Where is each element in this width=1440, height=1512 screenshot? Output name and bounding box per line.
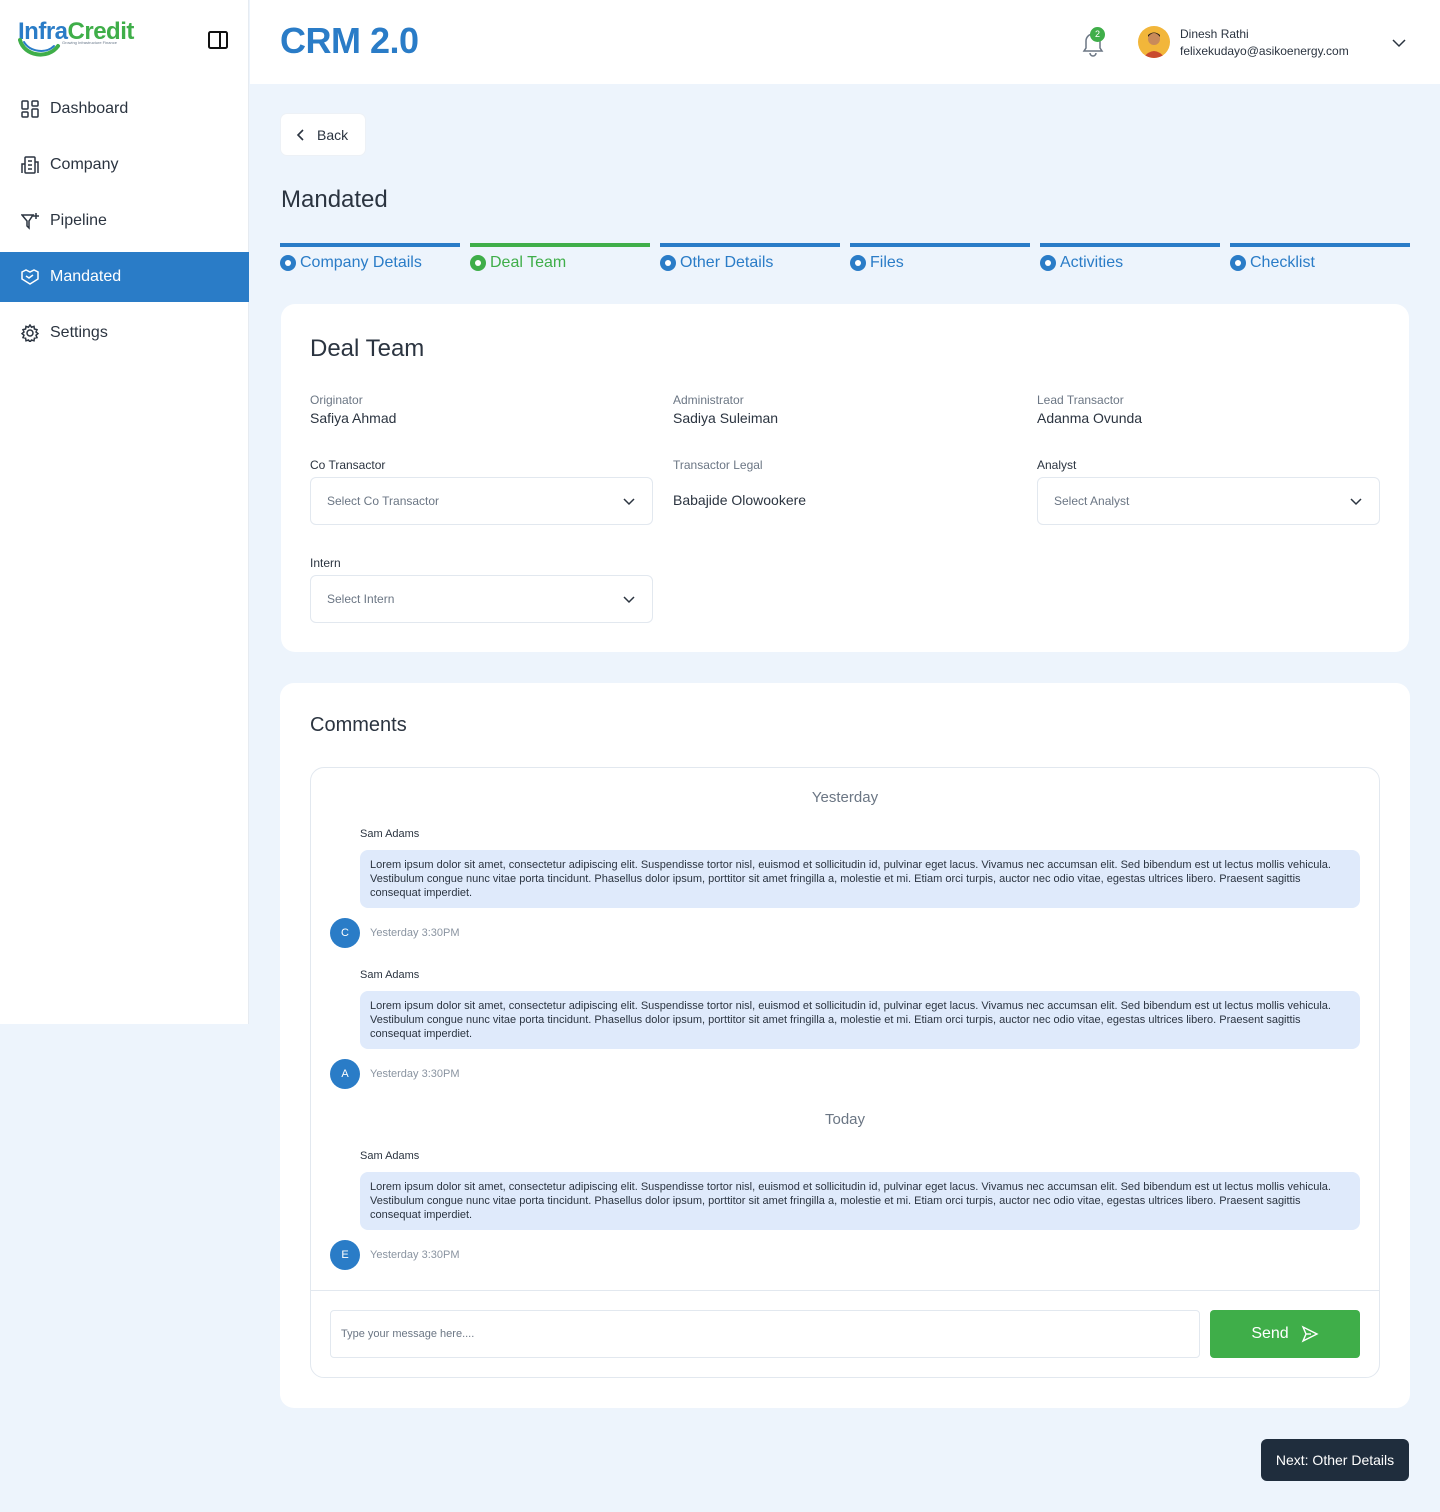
step-files[interactable]: Files bbox=[850, 243, 1030, 272]
lead-transactor-value: Adanma Ovunda bbox=[1037, 410, 1143, 426]
step-label: Company Details bbox=[300, 254, 422, 271]
step-dot-icon bbox=[1040, 255, 1056, 271]
next-step-button[interactable]: Next: Other Details bbox=[1261, 1439, 1409, 1481]
comment-avatar: C bbox=[330, 918, 360, 948]
top-header: CRM 2.0 2 Dinesh Rathi felixekudayo@asik… bbox=[250, 0, 1440, 84]
user-email: felixekudayo@asikoenergy.com bbox=[1180, 44, 1349, 58]
step-company-details[interactable]: Company Details bbox=[280, 243, 460, 272]
step-label: Activities bbox=[1060, 254, 1124, 271]
intern-placeholder: Select Intern bbox=[327, 592, 395, 606]
comment-time: Yesterday 3:30PM bbox=[370, 927, 460, 939]
step-dot-icon bbox=[280, 255, 296, 271]
step-dot-icon bbox=[660, 255, 676, 271]
infracredit-logo[interactable]: InfraCredit Growing Infrastructure Finan… bbox=[18, 18, 148, 62]
gear-icon bbox=[20, 323, 40, 343]
send-label: Send bbox=[1251, 1325, 1289, 1342]
comment-bubble: Lorem ipsum dolor sit amet, consectetur … bbox=[360, 850, 1360, 908]
comment-bubble: Lorem ipsum dolor sit amet, consectetur … bbox=[360, 991, 1360, 1049]
sidebar-item-label: Dashboard bbox=[50, 100, 129, 117]
step-deal-team[interactable]: Deal Team bbox=[470, 243, 650, 272]
comments-card: Comments Yesterday Sam Adams Lorem ipsum… bbox=[280, 683, 1410, 1408]
comment-avatar: E bbox=[330, 1240, 360, 1270]
comments-title: Comments bbox=[310, 714, 407, 736]
co-transactor-placeholder: Select Co Transactor bbox=[327, 494, 440, 508]
sidebar-item-company[interactable]: Company bbox=[0, 140, 249, 190]
administrator-value: Sadiya Suleiman bbox=[673, 410, 779, 426]
sidebar-item-label: Mandated bbox=[50, 268, 122, 285]
comment-bubble: Lorem ipsum dolor sit amet, consectetur … bbox=[360, 1172, 1360, 1230]
transactor-legal-value: Babajide Olowookere bbox=[673, 492, 807, 508]
back-button[interactable]: Back bbox=[281, 114, 365, 155]
dashboard-icon bbox=[20, 99, 40, 119]
step-activities[interactable]: Activities bbox=[1040, 243, 1220, 272]
sidebar-item-settings[interactable]: Settings bbox=[0, 308, 249, 358]
app-title: CRM 2.0 bbox=[280, 20, 419, 61]
deal-team-title: Deal Team bbox=[310, 335, 425, 362]
chevron-down-icon[interactable] bbox=[1390, 34, 1408, 52]
step-dot-icon bbox=[1230, 255, 1246, 271]
administrator-label: Administrator bbox=[673, 393, 744, 407]
sidebar-item-mandated[interactable]: Mandated bbox=[0, 252, 249, 302]
chevron-left-icon bbox=[296, 128, 304, 141]
step-label: Deal Team bbox=[490, 254, 567, 271]
chevron-down-icon bbox=[623, 498, 635, 506]
filter-icon bbox=[20, 211, 40, 231]
user-avatar[interactable] bbox=[1138, 26, 1170, 58]
step-label: Checklist bbox=[1250, 254, 1315, 271]
divider bbox=[311, 1290, 1379, 1291]
transactor-legal-label: Transactor Legal bbox=[673, 458, 763, 472]
analyst-label: Analyst bbox=[1037, 458, 1077, 472]
step-label: Other Details bbox=[680, 254, 774, 271]
originator-value: Safiya Ahmad bbox=[310, 410, 397, 426]
logo-swoosh-icon bbox=[18, 38, 60, 57]
building-icon bbox=[20, 155, 40, 175]
comment-author: Sam Adams bbox=[360, 969, 420, 981]
logo-tagline: Growing Infrastructure Finance bbox=[62, 40, 117, 45]
sidebar-item-pipeline[interactable]: Pipeline bbox=[0, 196, 249, 246]
comment-author: Sam Adams bbox=[360, 828, 420, 840]
comments-thread[interactable]: Yesterday Sam Adams Lorem ipsum dolor si… bbox=[310, 767, 1380, 1378]
co-transactor-label: Co Transactor bbox=[310, 458, 386, 472]
sidebar-toggle-icon[interactable] bbox=[207, 30, 229, 50]
step-label: Files bbox=[870, 254, 904, 271]
send-button[interactable]: Send bbox=[1210, 1310, 1360, 1358]
message-input[interactable] bbox=[330, 1310, 1200, 1358]
send-icon bbox=[1301, 1325, 1319, 1343]
analyst-select[interactable]: Select Analyst bbox=[1037, 477, 1380, 525]
user-name: Dinesh Rathi bbox=[1180, 27, 1249, 41]
comment-author: Sam Adams bbox=[360, 1150, 420, 1162]
notification-count-badge: 2 bbox=[1090, 27, 1105, 42]
intern-select[interactable]: Select Intern bbox=[310, 575, 653, 623]
sidebar-item-label: Settings bbox=[50, 324, 108, 341]
day-separator: Yesterday bbox=[811, 789, 879, 806]
chevron-down-icon bbox=[1350, 498, 1362, 506]
analyst-placeholder: Select Analyst bbox=[1054, 494, 1130, 508]
step-checklist[interactable]: Checklist bbox=[1230, 243, 1410, 272]
sidebar-nav: Dashboard Company Pipeline Mandated Sett… bbox=[0, 84, 249, 364]
sidebar-item-label: Pipeline bbox=[50, 212, 107, 229]
handshake-icon bbox=[20, 267, 40, 287]
sidebar-item-label: Company bbox=[50, 156, 119, 173]
originator-label: Originator bbox=[310, 393, 363, 407]
co-transactor-select[interactable]: Select Co Transactor bbox=[310, 477, 653, 525]
comment-time: Yesterday 3:30PM bbox=[370, 1249, 460, 1261]
sidebar: InfraCredit Growing Infrastructure Finan… bbox=[0, 0, 249, 1024]
sidebar-item-dashboard[interactable]: Dashboard bbox=[0, 84, 249, 134]
deal-team-card: Deal Team Originator Safiya Ahmad Admini… bbox=[281, 304, 1409, 652]
back-label: Back bbox=[317, 126, 349, 143]
step-dot-icon bbox=[850, 255, 866, 271]
step-other-details[interactable]: Other Details bbox=[660, 243, 840, 272]
comment-avatar: A bbox=[330, 1059, 360, 1089]
lead-transactor-label: Lead Transactor bbox=[1037, 393, 1124, 407]
stepper: Company Details Deal Team Other Details … bbox=[280, 243, 1410, 272]
step-dot-icon bbox=[470, 255, 486, 271]
comment-time: Yesterday 3:30PM bbox=[370, 1068, 460, 1080]
page-title: Mandated bbox=[281, 186, 388, 213]
chevron-down-icon bbox=[623, 596, 635, 604]
day-separator: Today bbox=[824, 1111, 866, 1128]
intern-label: Intern bbox=[310, 556, 341, 570]
